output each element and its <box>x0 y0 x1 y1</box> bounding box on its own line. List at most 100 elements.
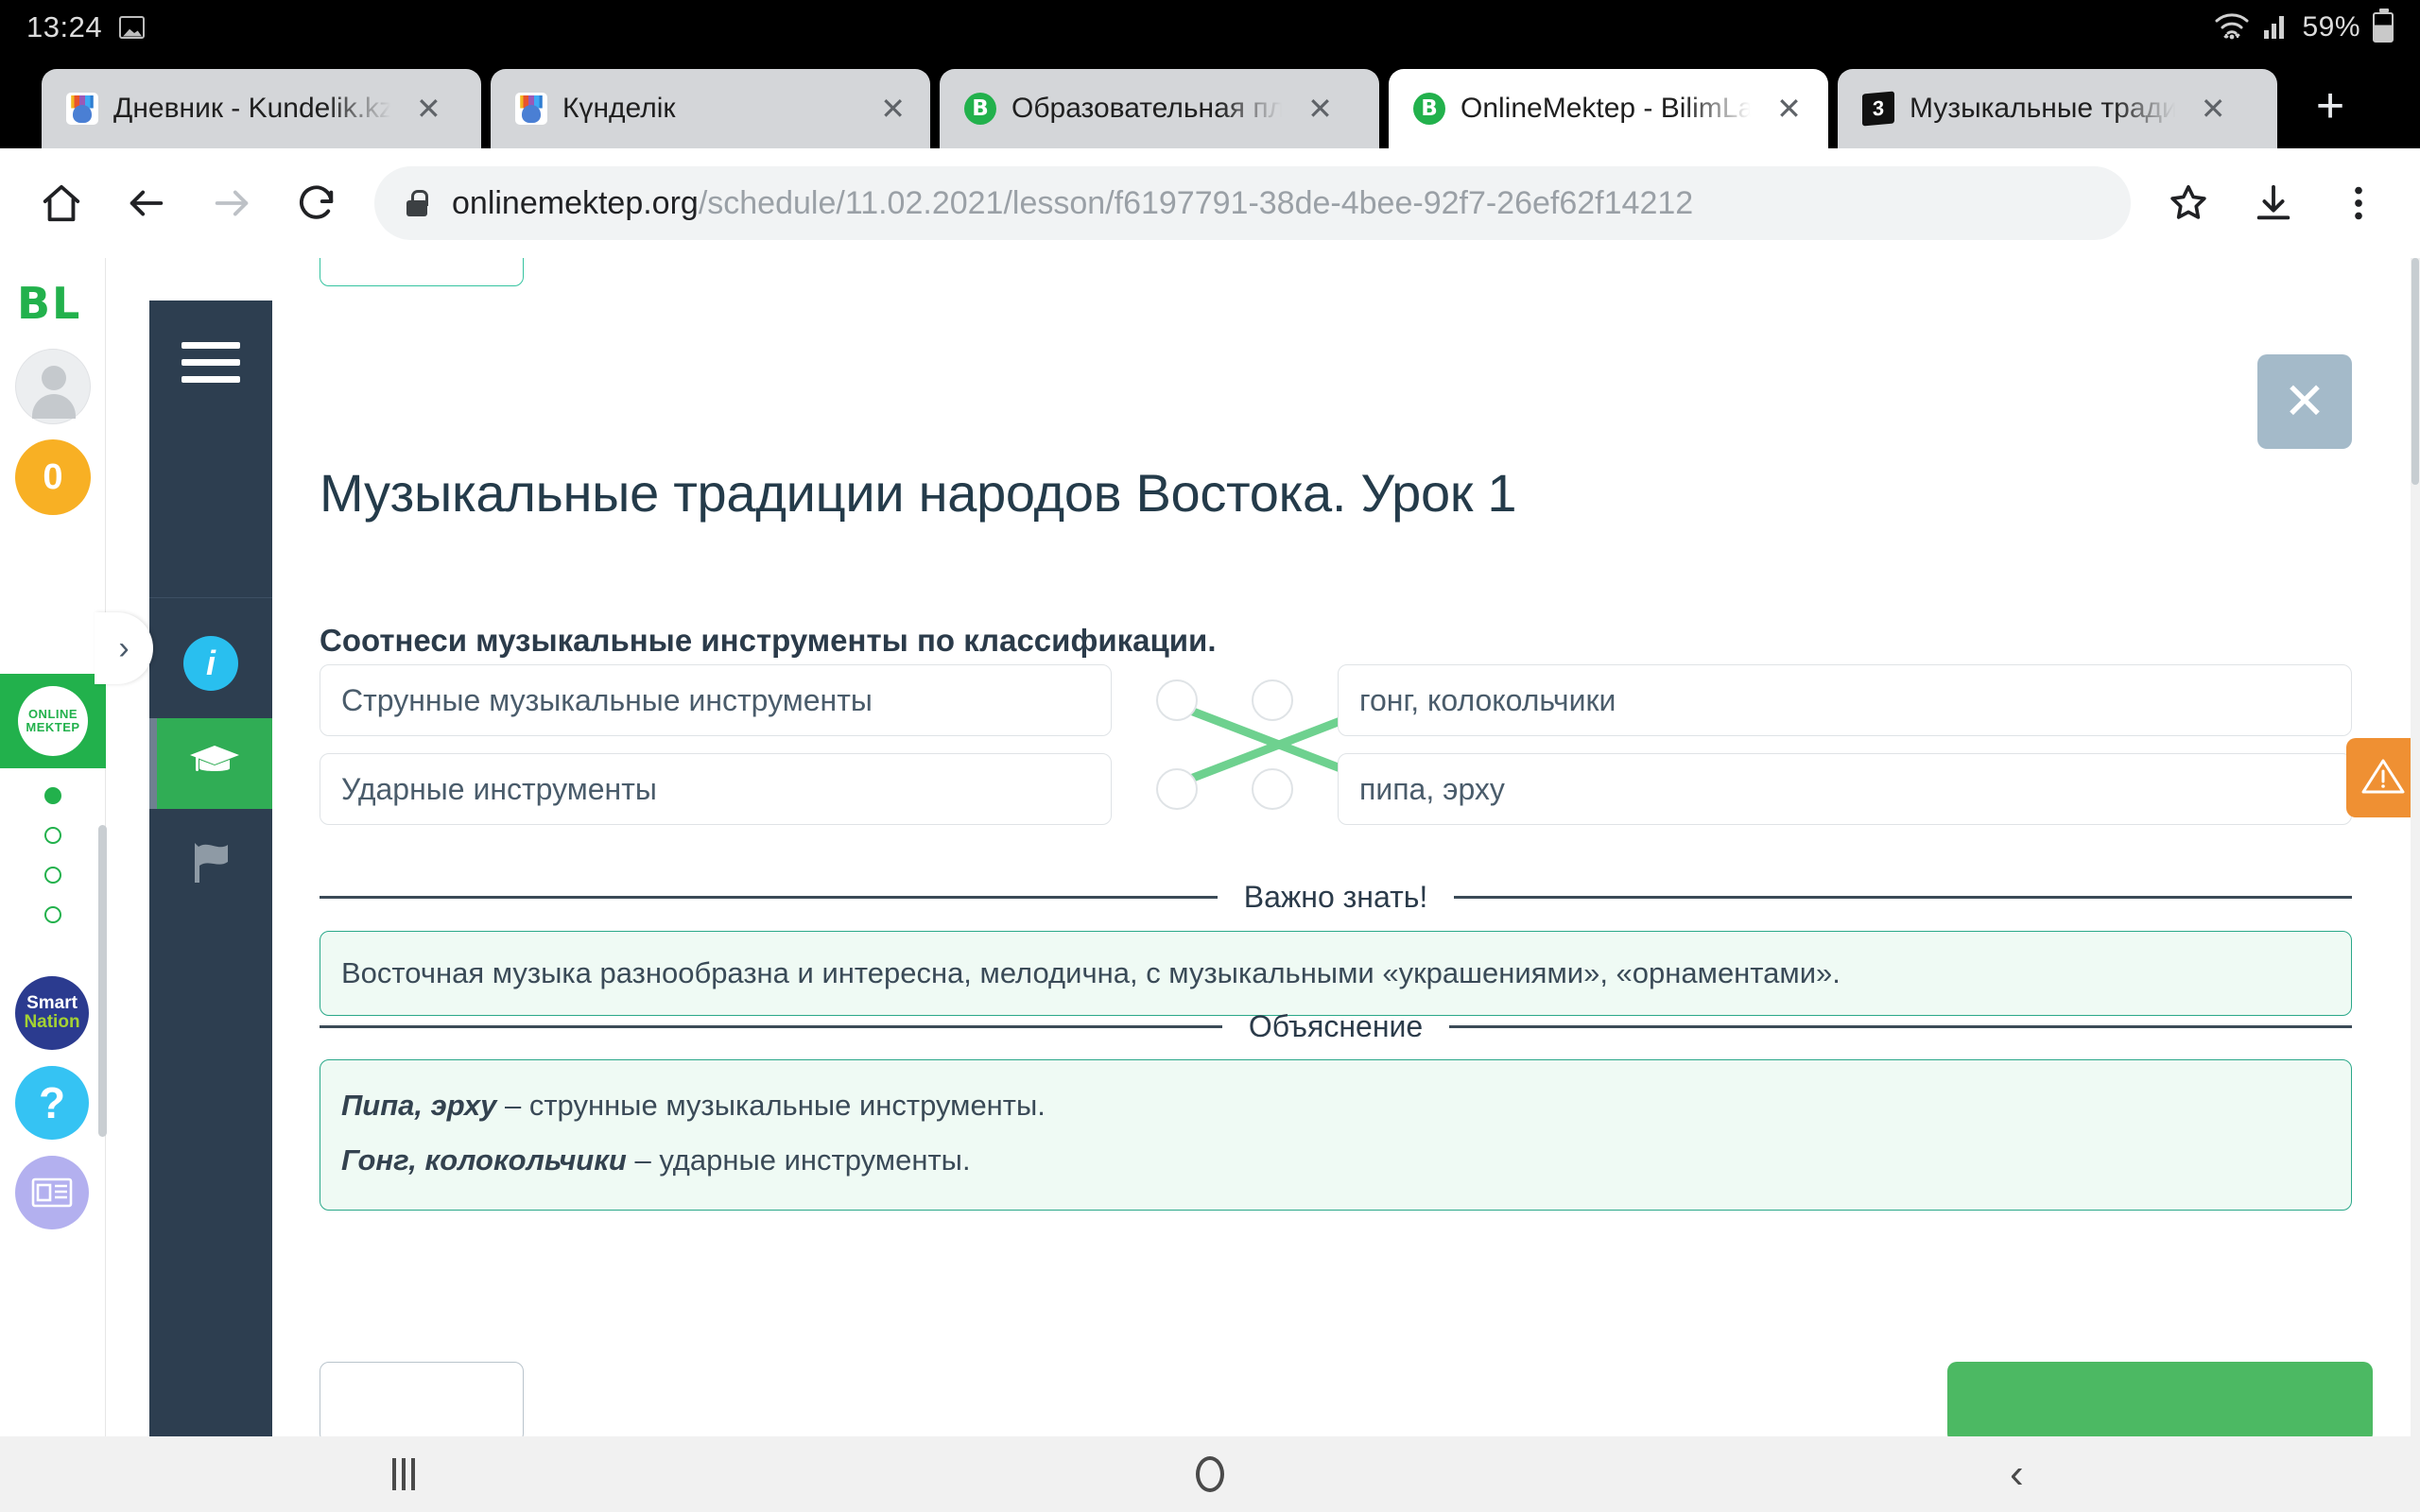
page-scrollbar[interactable] <box>2411 258 2420 1436</box>
explanation-line: Гонг, колокольчики – ударные инструменты… <box>341 1143 2330 1177</box>
battery-percent-label: 59% <box>2302 10 2360 43</box>
browser-tab-4[interactable]: 3 Музыкальные тради ✕ <box>1838 69 2277 148</box>
download-icon[interactable] <box>2237 166 2310 240</box>
url-host: onlinemektep.org <box>452 184 699 221</box>
partial-top-button[interactable] <box>320 258 524 286</box>
kundelik-hand-icon <box>515 93 547 125</box>
tab-close-icon[interactable]: ✕ <box>1769 90 1809 128</box>
android-status-bar: 13:24 59% <box>0 0 2420 54</box>
close-lesson-button[interactable]: ✕ <box>2257 354 2352 449</box>
avatar[interactable] <box>15 349 91 424</box>
home-icon[interactable] <box>25 166 98 240</box>
match-left-item-0[interactable]: Струнные музыкальные инструменты <box>320 664 1112 736</box>
explanation-box: Пипа, эрху – струнные музыкальные инстру… <box>320 1059 2352 1211</box>
browser-tab-title: Образовательная пл <box>1011 93 1286 124</box>
match-node-right-1[interactable] <box>1252 768 1293 810</box>
status-bar-clock: 13:24 <box>26 9 103 43</box>
graduation-cap-icon <box>187 740 242 788</box>
page-title: Музыкальные традиции народов Востока. Ур… <box>320 463 1517 523</box>
new-tab-button[interactable]: + <box>2302 80 2359 137</box>
explanation-rest: – струнные музыкальные инструменты. <box>496 1089 1046 1122</box>
browser-tab-2[interactable]: B Образовательная пл ✕ <box>940 69 1379 148</box>
match-right-item-0[interactable]: гонг, колокольчики <box>1338 664 2352 736</box>
next-button[interactable] <box>1947 1362 2373 1436</box>
site-left-rail: BL 0 ONLINE MEKTEP Smart Nation ? <box>0 258 107 1436</box>
back-arrow-icon[interactable] <box>110 166 183 240</box>
info-icon: i <box>183 636 238 691</box>
points-badge[interactable]: 0 <box>15 439 91 515</box>
flag-icon <box>185 839 236 889</box>
nav-divider <box>149 597 272 598</box>
divider-line <box>320 896 1218 899</box>
step-dots <box>0 787 106 946</box>
tab-close-icon[interactable]: ✕ <box>2193 90 2234 128</box>
lock-icon <box>406 190 428 216</box>
browser-tab-title: Күнделік <box>562 93 676 124</box>
match-node-right-0[interactable] <box>1252 679 1293 721</box>
explanation-rest: – ударные инструменты. <box>626 1143 971 1177</box>
tab-close-icon[interactable]: ✕ <box>1300 90 1340 128</box>
sidebar-item-info[interactable]: i <box>149 618 272 709</box>
status-bar-right: 59% <box>2213 8 2394 44</box>
explanation-line: Пипа, эрху – струнные музыкальные инстру… <box>341 1089 2330 1123</box>
match-row: Ударные инструменты пипа, эрху <box>320 753 2352 825</box>
explanation-label: Объяснение <box>1248 1009 1424 1043</box>
matching-exercise: Струнные музыкальные инструменты гонг, к… <box>320 664 2352 842</box>
recents-icon[interactable] <box>328 1436 479 1512</box>
important-label: Важно знать! <box>1243 880 1428 914</box>
address-bar[interactable]: onlinemektep.org/schedule/11.02.2021/les… <box>374 166 2131 240</box>
browser-tab-3[interactable]: B OnlineMektep - BilimLa ✕ <box>1389 69 1828 148</box>
black-3-icon: 3 <box>1862 91 1894 127</box>
sidebar-item-flag[interactable] <box>149 818 272 909</box>
page-scrollbar-thumb[interactable] <box>2411 258 2419 485</box>
tab-close-icon[interactable]: ✕ <box>408 90 449 128</box>
onlinemektep-logo-circle: ONLINE MEKTEP <box>18 686 88 756</box>
sidebar-item-lesson[interactable] <box>149 718 272 809</box>
important-box: Восточная музыка разнообразна и интересн… <box>320 931 2352 1016</box>
explanation-divider: Объяснение <box>320 1009 2353 1044</box>
browser-toolbar: onlinemektep.org/schedule/11.02.2021/les… <box>0 148 2420 258</box>
lesson-side-nav: i <box>149 301 272 1436</box>
important-divider: Важно знать! <box>320 880 2352 915</box>
help-button[interactable]: ? <box>15 1066 89 1140</box>
previous-button[interactable] <box>320 1362 524 1436</box>
back-chevron-icon[interactable]: ‹ <box>1941 1436 2092 1512</box>
onlinemektep-logo[interactable]: ONLINE MEKTEP <box>0 674 106 768</box>
kundelik-hand-icon <box>66 93 98 125</box>
step-dot[interactable] <box>44 906 61 923</box>
step-dot[interactable] <box>44 827 61 844</box>
report-problem-button[interactable] <box>2346 738 2420 817</box>
android-nav-bar: ‹ <box>0 1436 2420 1512</box>
match-right-item-1[interactable]: пипа, эрху <box>1338 753 2352 825</box>
step-dot[interactable] <box>44 787 61 804</box>
onlinemektep-logo-line2: MEKTEP <box>26 720 80 734</box>
wifi-icon <box>2213 9 2251 44</box>
smart-nation-badge[interactable]: Smart Nation <box>15 976 89 1050</box>
browser-tab-0[interactable]: Дневник - Kundelik.kz ✕ <box>42 69 481 148</box>
bilimland-logo[interactable]: BL <box>17 279 89 328</box>
divider-line <box>1449 1025 2353 1028</box>
reload-icon[interactable] <box>280 166 354 240</box>
match-left-item-1[interactable]: Ударные инструменты <box>320 753 1112 825</box>
match-node-left-1[interactable] <box>1156 768 1198 810</box>
match-node-left-0[interactable] <box>1156 679 1198 721</box>
step-dot[interactable] <box>44 867 61 884</box>
question-text: Соотнеси музыкальные инструменты по клас… <box>320 623 1217 658</box>
warning-triangle-icon <box>2360 755 2406 801</box>
explanation-term: Гонг, колокольчики <box>341 1143 627 1177</box>
browser-tab-1[interactable]: Күнделік ✕ <box>491 69 930 148</box>
star-icon[interactable] <box>2152 166 2225 240</box>
news-card-icon[interactable] <box>15 1156 89 1229</box>
onlinemektep-logo-line1: ONLINE <box>27 707 78 721</box>
hamburger-menu-icon[interactable] <box>182 342 240 384</box>
browser-tab-title: Музыкальные тради <box>1910 93 2178 124</box>
home-circle-icon[interactable] <box>1134 1436 1286 1512</box>
rail-scrollbar[interactable] <box>98 825 107 1137</box>
kebab-menu-icon[interactable] <box>2322 166 2395 240</box>
forward-arrow-icon[interactable] <box>195 166 268 240</box>
explanation-term: Пипа, эрху <box>341 1089 497 1122</box>
tab-close-icon[interactable]: ✕ <box>873 90 913 128</box>
divider-line <box>320 1025 1222 1028</box>
divider-line <box>1454 896 2352 899</box>
sidebar-expand-handle[interactable]: › <box>95 612 153 684</box>
